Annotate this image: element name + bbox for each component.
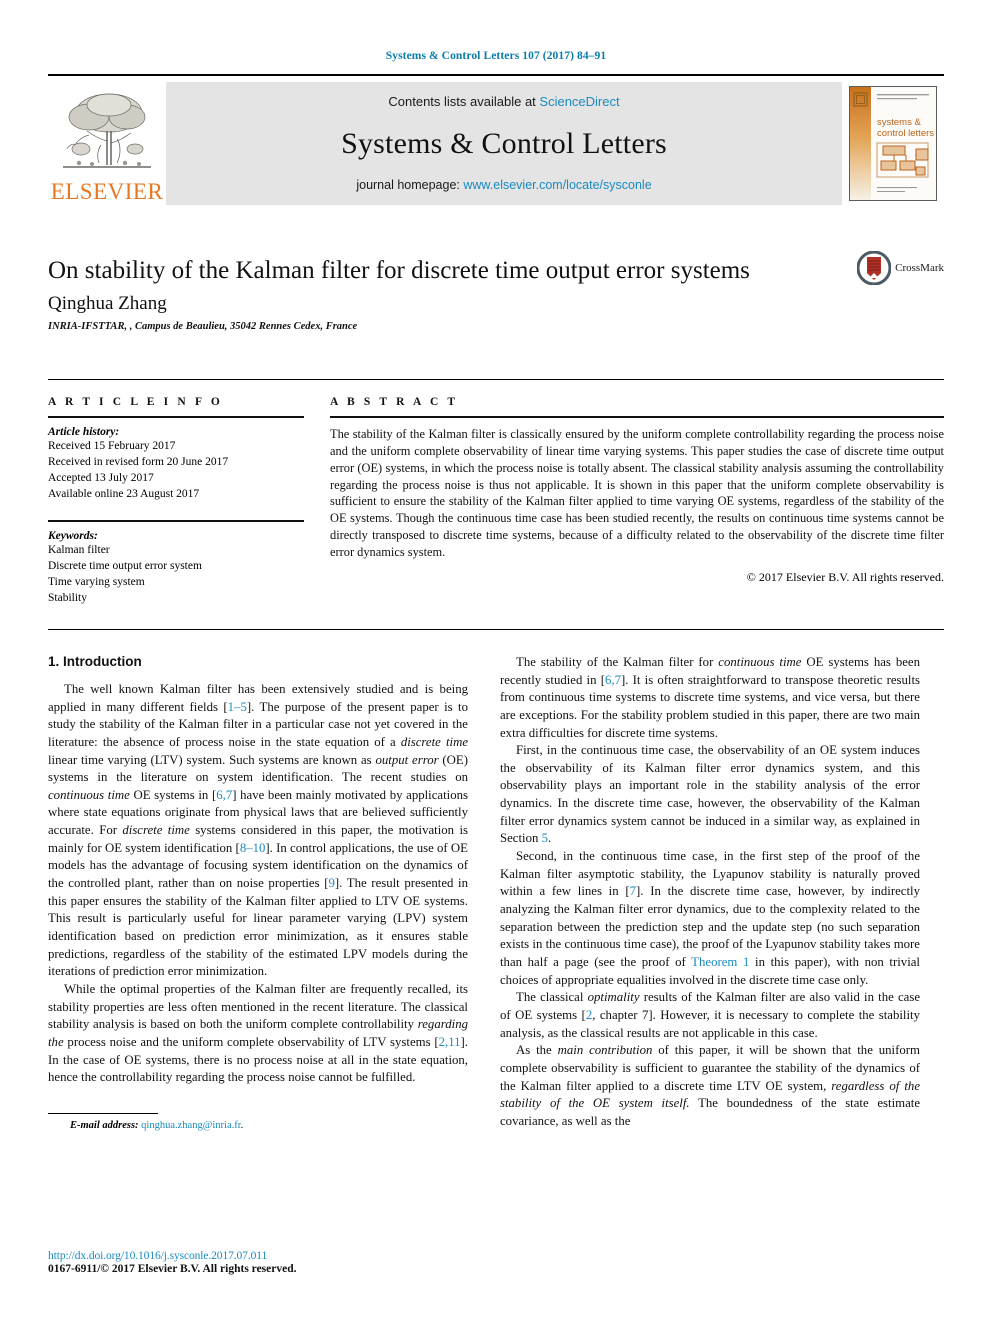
- footnote-email: E-mail address: qinghua.zhang@inria.fr.: [48, 1120, 468, 1131]
- keyword-item: Discrete time output error system: [48, 560, 202, 573]
- abstract-column: A B S T R A C T The stability of the Kal…: [330, 396, 944, 607]
- author-name: Qinghua Zhang: [48, 292, 167, 314]
- article-info-rule: [48, 416, 304, 418]
- article-history-label: Article history:: [48, 426, 120, 438]
- header-rule: [48, 74, 944, 76]
- keyword-item: Time varying system: [48, 576, 145, 589]
- abstract-copyright: © 2017 Elsevier B.V. All rights reserved…: [746, 569, 944, 584]
- emphasis-text: main contribution: [557, 1043, 653, 1058]
- emphasis-text: discrete time: [122, 823, 190, 838]
- body-paragraph: The well known Kalman filter has been ex…: [48, 681, 468, 981]
- keyword-item: Kalman filter: [48, 544, 110, 557]
- keywords-rule: [48, 520, 304, 523]
- footnote-email-trailing: .: [240, 1119, 244, 1131]
- journal-cover-thumbnail: systems & control letters: [849, 86, 937, 201]
- running-head: Systems & Control Letters 107 (2017) 84–…: [385, 50, 607, 62]
- author-affiliation: INRIA-IFSTTAR, , Campus de Beaulieu, 350…: [48, 320, 358, 332]
- doi-link[interactable]: http://dx.doi.org/10.1016/j.sysconle.201…: [48, 1250, 468, 1262]
- citation-link[interactable]: 6,7: [216, 788, 232, 802]
- history-online: Available online 23 August 2017: [48, 487, 200, 500]
- emphasis-text: discrete time: [400, 734, 468, 749]
- paragraph-text: As the: [516, 1043, 558, 1058]
- paragraph-text: ]. The result presented in this paper en…: [48, 876, 468, 979]
- homepage-line: journal homepage: www.elsevier.com/locat…: [356, 178, 651, 192]
- cover-artwork-icon: systems & control letters: [850, 87, 936, 200]
- crossmark-icon: [857, 251, 892, 285]
- body-paragraph: Second, in the continuous time case, in …: [500, 848, 920, 989]
- footnote-rule: [48, 1112, 158, 1114]
- citation-link[interactable]: 2,11: [439, 1035, 461, 1049]
- left-column-paragraphs: The well known Kalman filter has been ex…: [48, 681, 468, 1087]
- contents-line: Contents lists available at ScienceDirec…: [388, 94, 619, 109]
- paragraph-text: The classical: [516, 990, 588, 1005]
- journal-title: Systems & Control Letters: [341, 126, 667, 160]
- body-column-left: 1. Introduction The well known Kalman fi…: [48, 654, 468, 1131]
- paragraph-text: .: [548, 831, 552, 846]
- paragraph-text: First, in the continuous time case, the …: [500, 743, 920, 846]
- journal-masthead: ELSEVIER Contents lists available at Sci…: [48, 82, 944, 205]
- article-info-heading: A R T I C L E I N F O: [48, 396, 223, 408]
- history-revised: Received in revised form 20 June 2017: [48, 455, 229, 468]
- body-columns: 1. Introduction The well known Kalman fi…: [48, 654, 944, 1131]
- body-paragraph: While the optimal properties of the Kalm…: [48, 981, 468, 1087]
- history-received: Received 15 February 2017: [48, 440, 176, 452]
- history-accepted: Accepted 13 July 2017: [48, 471, 154, 484]
- journal-band: Contents lists available at ScienceDirec…: [166, 82, 842, 205]
- abstract-text: The stability of the Kalman filter is cl…: [330, 427, 944, 560]
- right-column-paragraphs: The stability of the Kalman filter for c…: [500, 654, 920, 1131]
- svg-text:systems &: systems &: [877, 117, 921, 128]
- paragraph-text: process noise and the uniform complete o…: [63, 1035, 439, 1049]
- info-abstract-section: A R T I C L E I N F O Article history: R…: [48, 396, 944, 607]
- body-paragraph: As the main contribution of this paper, …: [500, 1042, 920, 1130]
- body-paragraph: The classical optimality results of the …: [500, 989, 920, 1042]
- citation-link[interactable]: 8–10: [240, 841, 266, 855]
- paragraph-text: OE systems in [: [129, 787, 217, 802]
- elsevier-logo: ELSEVIER: [48, 82, 166, 205]
- citation-link[interactable]: Theorem 1: [691, 955, 749, 969]
- sciencedirect-link[interactable]: ScienceDirect: [539, 94, 619, 109]
- elsevier-wordmark: ELSEVIER: [50, 179, 164, 204]
- keywords-label: Keywords:: [48, 530, 98, 543]
- paper-page: Systems & Control Letters 107 (2017) 84–…: [0, 0, 992, 1323]
- crossmark-label: CrossMark: [895, 262, 944, 274]
- footnote-email-link[interactable]: qinghua.zhang@inria.fr: [141, 1120, 240, 1131]
- issn-copyright: 0167-6911/© 2017 Elsevier B.V. All right…: [48, 1263, 297, 1275]
- page-title: On stability of the Kalman filter for di…: [48, 257, 750, 284]
- citation-link[interactable]: 6,7: [605, 673, 621, 687]
- abstract-rule: [330, 416, 944, 418]
- abstract-heading: A B S T R A C T: [330, 396, 459, 408]
- info-section-rule: [48, 379, 944, 380]
- footnote-block: E-mail address: qinghua.zhang@inria.fr.: [48, 1112, 468, 1131]
- emphasis-text: continuous time: [718, 654, 802, 669]
- footnote-email-label: E-mail address:: [70, 1119, 139, 1131]
- paragraph-text: The stability of the Kalman filter for: [516, 654, 719, 669]
- body-column-right: The stability of the Kalman filter for c…: [500, 654, 920, 1131]
- paragraph-text: While the optimal properties of the Kalm…: [48, 982, 468, 1032]
- emphasis-text: continuous time: [48, 787, 130, 802]
- journal-homepage-link[interactable]: www.elsevier.com/locate/sysconle: [463, 178, 651, 192]
- page-footer: http://dx.doi.org/10.1016/j.sysconle.201…: [48, 1250, 468, 1275]
- journal-cover: systems & control letters: [842, 82, 944, 205]
- elsevier-tree-icon: [63, 93, 151, 168]
- citation-link[interactable]: 1–5: [228, 700, 247, 714]
- emphasis-text: optimality: [587, 990, 640, 1005]
- body-paragraph: First, in the continuous time case, the …: [500, 742, 920, 848]
- paragraph-text: linear time varying (LTV) system. Such s…: [48, 752, 376, 767]
- body-paragraph: The stability of the Kalman filter for c…: [500, 654, 920, 742]
- svg-text:control letters: control letters: [877, 128, 934, 139]
- keyword-item: Stability: [48, 592, 87, 605]
- emphasis-text: output error: [375, 752, 439, 767]
- section-heading-introduction: 1. Introduction: [48, 653, 142, 669]
- article-info-column: A R T I C L E I N F O Article history: R…: [48, 396, 304, 607]
- title-block: CrossMark On stability of the Kalman fil…: [48, 251, 944, 353]
- body-section-rule: [48, 628, 944, 630]
- crossmark-badge[interactable]: CrossMark: [857, 251, 944, 285]
- homepage-prefix: journal homepage:: [356, 178, 464, 192]
- contents-prefix: Contents lists available at: [388, 94, 540, 109]
